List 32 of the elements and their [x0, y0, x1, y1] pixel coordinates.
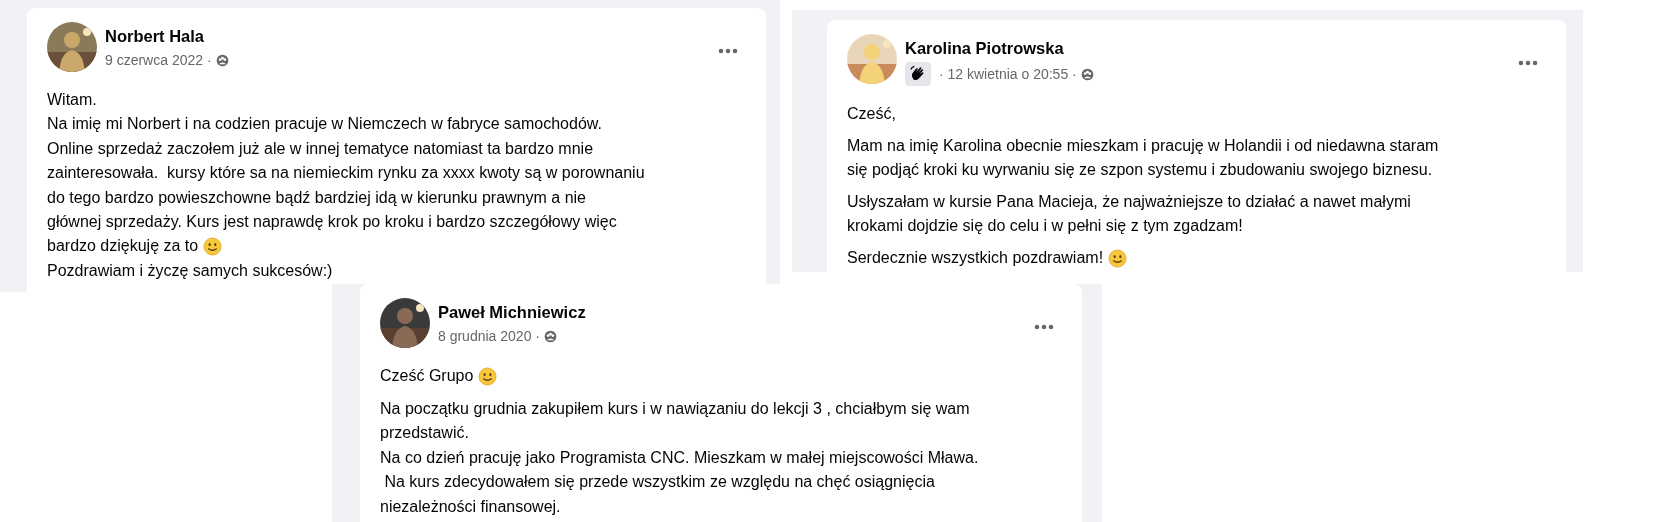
- author-name[interactable]: Karolina Piotrowska: [905, 38, 1510, 58]
- post-text: niezależności finansowej.: [380, 496, 561, 517]
- more-icon[interactable]: [1518, 59, 1538, 66]
- post-text: bardzo dziękuję za to: [47, 236, 199, 257]
- group-icon: [1080, 67, 1094, 81]
- post-text: Usłyszałam w kursie Pana Macieja, że najważniejsze to działać a nawet małymi: [847, 192, 1411, 212]
- post-date[interactable]: 8 grudnia 2020 ·: [438, 326, 540, 347]
- post-text: zainteresowała. kursy które sa na niemieckim rynku za xxxx kwoty są w porownaniu: [47, 163, 645, 184]
- post-text: Na imię mi Norbert i na codzien pracuje w Niemczech w fabryce samochodów.: [47, 114, 602, 135]
- post-date[interactable]: · 12 kwietnia o 20:55 ·: [939, 63, 1077, 85]
- post-text: Na co dzień pracuję jako Programista CNC. Mieszkam w małej miejscowości Mława.: [380, 447, 979, 468]
- post-text: Na kurs zdecydowałem się przede wszystkim ze względu na chęć osiągnięcia: [383, 472, 935, 492]
- post-text: Pozdrawiam i życzę samych sukcesów:): [47, 260, 333, 281]
- more-icon[interactable]: [1034, 323, 1054, 330]
- post-text: się podjąć kroki ku wyrwaniu się ze szpon systemu i zbudowaniu swojego biznesu.: [847, 160, 1433, 180]
- post-text: krokami dojdzie się do celu i w pełni się z tym zgadzam!: [847, 216, 1243, 236]
- post-text: Online sprzedaż zaczołem już ale w innej tematyce natomiast ta bardzo mnie: [47, 138, 594, 159]
- post-date[interactable]: 9 czerwca 2022 ·: [105, 50, 212, 71]
- group-icon: [543, 330, 557, 343]
- post-text: głównej sprzedaży. Kurs jest naprawdę krok po kroku i bardzo szczegółowy więc: [47, 212, 617, 233]
- post-text: Cześć Grupo: [380, 366, 474, 386]
- author-name[interactable]: Norbert Hala: [105, 26, 710, 46]
- post-text: Na początku grudnia zakupiłem kurs i w nawiązaniu do lekcji 3 , chciałbym się wam: [380, 398, 970, 419]
- group-icon: [215, 54, 229, 67]
- post-text: Cześć,: [847, 104, 896, 124]
- post-text: do tego bardzo powieszchowne bądź bardziej idą w kierunku prawnym a nie: [47, 187, 586, 208]
- post-text: przedstawić.: [380, 423, 469, 443]
- post-text: Witam.: [47, 90, 97, 110]
- post-text: Mam na imię Karolina obecnie mieszkam i pracuję w Holandii i od niedawna staram: [847, 136, 1439, 156]
- author-name[interactable]: Paweł Michniewicz: [438, 302, 1026, 322]
- post-text: Serdecznie wszystkich pozdrawiam!: [847, 248, 1104, 268]
- more-icon[interactable]: [718, 47, 738, 54]
